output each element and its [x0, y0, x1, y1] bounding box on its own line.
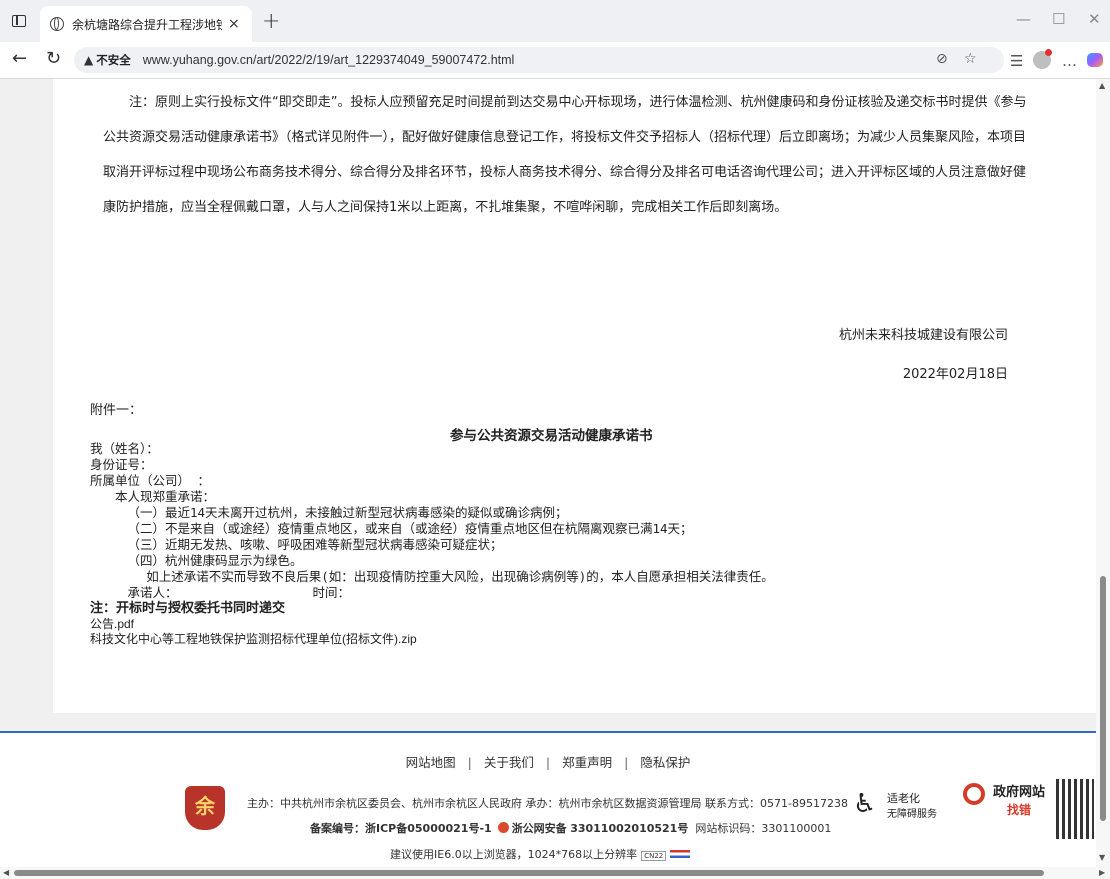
publish-date: 2022年02月18日: [902, 367, 1008, 382]
footer-link-sitemap[interactable]: 网站地图: [406, 755, 456, 770]
pledge-note: 注：开标时与授权委托书同时递交: [90, 601, 286, 616]
pledge-signature: 承诺人： 时间：: [90, 585, 774, 601]
horizontal-scrollbar[interactable]: ◀ ▶: [0, 867, 1110, 879]
copilot-icon[interactable]: [1087, 53, 1103, 67]
address-bar: ← ↻ ▲ 不安全 www.yuhang.gov.cn/art/2022/2/1…: [0, 42, 1110, 79]
footer-links: 网站地图 | 关于我们 | 郑重声明 | 隐私保护: [405, 755, 691, 770]
pledge-item-4: （四）杭州健康码显示为绿色。: [127, 553, 303, 568]
magnifier-icon: [963, 783, 985, 805]
refresh-icon[interactable]: ↻: [46, 48, 61, 69]
company-name: 杭州未来科技城建设有限公司: [838, 328, 1008, 343]
footer-link-statement[interactable]: 郑重声明: [562, 755, 612, 770]
time-label: 时间：: [312, 585, 351, 600]
site-footer: 网站地图 | 关于我们 | 郑重声明 | 隐私保护 余 主办：中共杭州市余杭区委员会、杭州市…: [0, 731, 1096, 867]
pledge-id: 身份证号：: [90, 457, 153, 472]
pledge-name: 我（姓名）：: [90, 441, 159, 456]
reading-mode-icon[interactable]: ⊘: [936, 51, 948, 67]
accessibility-icon: ♿: [853, 789, 877, 819]
pledge-intro: 本人现郑重承诺：: [115, 489, 216, 504]
qr-code: [1056, 779, 1094, 839]
close-window-icon[interactable]: ✕: [1088, 10, 1101, 28]
icp-record[interactable]: 备案编号：浙ICP备05000021号-1: [310, 822, 492, 835]
footer-sponsor: 主办：中共杭州市余杭区委员会、杭州市余杭区人民政府 承办：杭州市余杭区数据资源管…: [247, 797, 848, 810]
new-tab-button[interactable]: +: [262, 9, 280, 34]
pledge-item-2: （二）不是来自（或途经）疫情重点地区，或来自（或途经）疫情重点地区但在杭隔离观察…: [127, 521, 693, 536]
scroll-left-icon[interactable]: ◀: [3, 868, 9, 877]
insecure-label[interactable]: 不安全: [96, 52, 131, 68]
back-icon[interactable]: ←: [12, 48, 27, 69]
url-field[interactable]: ▲ 不安全 www.yuhang.gov.cn/art/2022/2/19/ar…: [74, 47, 1004, 73]
pledge-form: 我（姓名）： 身份证号： 所属单位（公司） ： 本人现郑重承诺： （一）最近14…: [90, 441, 774, 647]
police-badge-icon: [497, 822, 509, 833]
maximize-icon[interactable]: ☐: [1052, 10, 1065, 28]
attachment-link-zip[interactable]: 科技文化中心等工程地铁保护监测招标代理单位(招标文件).zip: [90, 632, 774, 647]
party-emblem-icon: 余: [185, 786, 225, 830]
signer-label: 承诺人：: [127, 585, 178, 600]
attachment-link-pdf[interactable]: 公告.pdf: [90, 617, 774, 632]
tab-close-icon[interactable]: ×: [228, 16, 240, 32]
profile-avatar[interactable]: [1033, 49, 1052, 69]
browser-tab[interactable]: 余杭塘路综合提升工程涉地铁保护 ×: [40, 6, 252, 42]
pledge-item-1: （一）最近14天未离开过杭州，未接触过新型冠状病毒感染的疑似或确诊病例；: [127, 505, 568, 520]
scroll-up-icon[interactable]: ▲: [1099, 81, 1105, 90]
vertical-scrollbar[interactable]: ▲ ▼: [1096, 79, 1110, 867]
gov-site-error-report[interactable]: 政府网站 找错: [963, 777, 1049, 825]
sidebar-toggle-icon[interactable]: [12, 15, 26, 27]
site-code: 网站标识码：3301100001: [695, 822, 832, 835]
scroll-down-icon[interactable]: ▼: [1099, 853, 1105, 862]
attachment-label: 附件一：: [90, 403, 143, 418]
horizontal-scroll-thumb[interactable]: [14, 870, 1044, 876]
minimize-icon[interactable]: —: [1016, 10, 1031, 28]
article-body: 注：原则上实行投标文件“即交即走”。投标人应预留充足时间提前到达交易中心开标现场…: [53, 79, 1096, 713]
vertical-scroll-thumb[interactable]: [1100, 576, 1106, 821]
tab-title: 余杭塘路综合提升工程涉地铁保护: [72, 17, 222, 32]
pledge-item-3: （三）近期无发热、咳嗽、呼吸困难等新型冠状病毒感染可疑症状；: [127, 537, 503, 552]
pledge-unit: 所属单位（公司） ：: [90, 473, 211, 488]
flag-icon: [670, 850, 691, 858]
pledge-statement: 如上述承诺不实而导致不良后果(如：出现疫情防控重大风险，出现确诊病例等)的，本人…: [146, 569, 774, 584]
page-viewport: 注：原则上实行投标文件“即交即走”。投标人应预留充足时间提前到达交易中心开标现场…: [0, 79, 1096, 867]
favorite-star-icon[interactable]: ☆: [964, 51, 977, 67]
footer-record: 备案编号：浙ICP备05000021号-1 浙公网安备 3301100201052…: [310, 820, 831, 836]
footer-link-privacy[interactable]: 隐私保护: [640, 755, 690, 770]
footer-browser-tip: 建议使用IE6.0以上浏览器，1024*768以上分辨率 CN22: [390, 846, 691, 862]
police-record-label[interactable]: 浙公网安备: [512, 822, 567, 835]
accessibility-service-button[interactable]: ♿ 适老化 无障碍服务: [853, 781, 949, 825]
scroll-right-icon[interactable]: ▶: [1099, 868, 1105, 877]
footer-link-about[interactable]: 关于我们: [484, 755, 534, 770]
globe-icon: [50, 17, 64, 31]
more-menu-icon[interactable]: …: [1062, 52, 1077, 70]
browser-titlebar: 余杭塘路综合提升工程涉地铁保护 × + — ☐ ✕: [0, 0, 1110, 42]
warning-icon[interactable]: ▲: [84, 53, 93, 67]
favorites-list-icon[interactable]: ☰: [1010, 52, 1023, 70]
notice-paragraph: 注：原则上实行投标文件“即交即走”。投标人应预留充足时间提前到达交易中心开标现场…: [103, 95, 1027, 215]
police-record-number[interactable]: 33011002010521号: [570, 822, 688, 835]
ch22-badge: CN22: [641, 851, 667, 861]
url-text[interactable]: www.yuhang.gov.cn/art/2022/2/19/art_1229…: [143, 53, 515, 67]
